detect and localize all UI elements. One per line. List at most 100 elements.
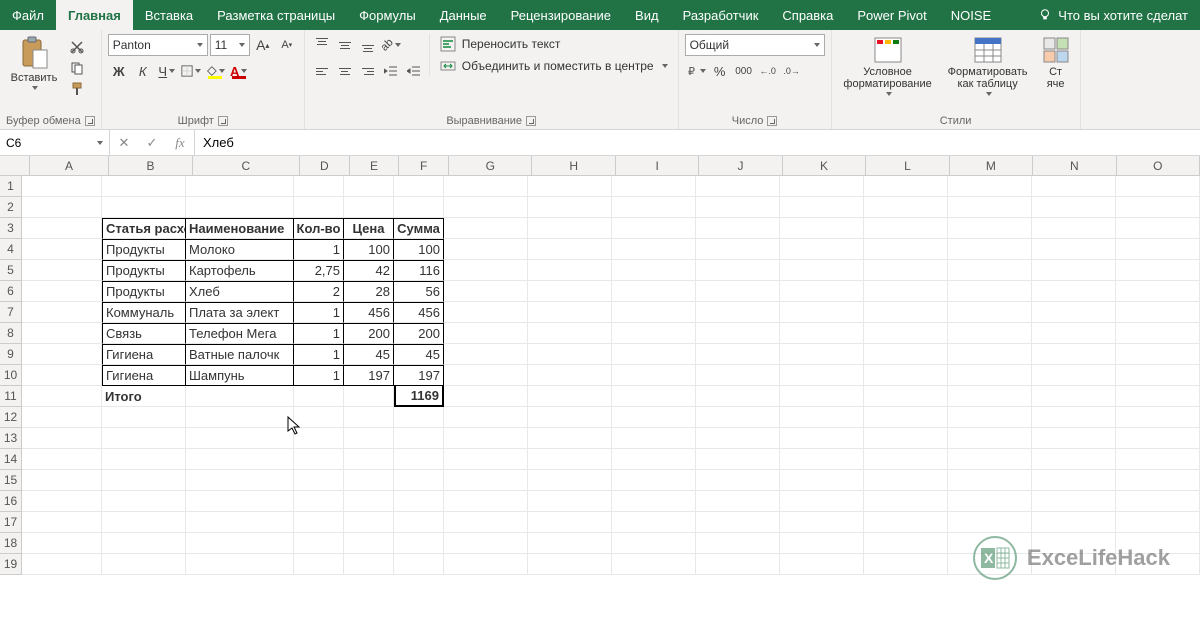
col-header[interactable]: D: [300, 156, 350, 175]
col-header[interactable]: A: [30, 156, 109, 175]
percent-button[interactable]: %: [709, 60, 731, 82]
tab-view[interactable]: Вид: [623, 0, 671, 30]
row-header[interactable]: 4: [0, 239, 21, 260]
cell[interactable]: Продукты: [102, 239, 186, 260]
tab-home[interactable]: Главная: [56, 0, 133, 30]
align-bottom-button[interactable]: [357, 34, 379, 56]
formula-input[interactable]: [195, 130, 1200, 155]
cut-button[interactable]: [66, 38, 88, 56]
accept-formula-button[interactable]: ✓: [138, 135, 166, 151]
cell[interactable]: Коммуналь: [102, 302, 186, 323]
cell[interactable]: Гигиена: [102, 344, 186, 365]
decrease-decimal-button[interactable]: .0→: [781, 60, 803, 82]
row-header[interactable]: 8: [0, 323, 21, 344]
cell[interactable]: 1: [294, 365, 344, 386]
cell[interactable]: 2: [294, 281, 344, 302]
cell[interactable]: 1: [294, 344, 344, 365]
row-header[interactable]: 9: [0, 344, 21, 365]
table-header[interactable]: Наименование: [186, 218, 294, 239]
increase-decimal-button[interactable]: ←.0: [757, 60, 779, 82]
align-top-button[interactable]: [311, 34, 333, 56]
cell[interactable]: 45: [394, 344, 444, 365]
table-header[interactable]: Цена: [344, 218, 394, 239]
increase-font-button[interactable]: A▴: [252, 34, 274, 56]
tab-noise[interactable]: NOISE: [939, 0, 1003, 30]
row-header[interactable]: 19: [0, 554, 21, 575]
row-header[interactable]: 10: [0, 365, 21, 386]
comma-button[interactable]: 000: [733, 60, 755, 82]
col-header[interactable]: K: [783, 156, 866, 175]
col-header[interactable]: G: [449, 156, 532, 175]
fill-color-button[interactable]: [204, 60, 226, 82]
row-header[interactable]: 1: [0, 176, 21, 197]
cell-styles-button[interactable]: Ст яче: [1038, 34, 1074, 92]
tell-me-search[interactable]: Что вы хотите сделат: [1026, 0, 1200, 30]
row-header[interactable]: 17: [0, 512, 21, 533]
align-middle-button[interactable]: [334, 34, 356, 56]
tab-page-layout[interactable]: Разметка страницы: [205, 0, 347, 30]
cell[interactable]: 1: [294, 239, 344, 260]
cell[interactable]: 1: [294, 323, 344, 344]
cell[interactable]: 456: [394, 302, 444, 323]
cell-total-value[interactable]: 1169: [394, 386, 444, 407]
cell[interactable]: Гигиена: [102, 365, 186, 386]
col-header[interactable]: I: [616, 156, 699, 175]
row-header[interactable]: 16: [0, 491, 21, 512]
table-header[interactable]: Статья расход: [102, 218, 186, 239]
wrap-text-button[interactable]: Переносить текст: [436, 34, 672, 54]
row-header[interactable]: 7: [0, 302, 21, 323]
cell[interactable]: 456: [344, 302, 394, 323]
col-header[interactable]: H: [532, 156, 615, 175]
orientation-button[interactable]: ab: [380, 34, 402, 56]
col-header[interactable]: J: [699, 156, 782, 175]
cell[interactable]: Продукты: [102, 260, 186, 281]
cell[interactable]: 2,75: [294, 260, 344, 281]
cell[interactable]: 197: [394, 365, 444, 386]
tab-powerpivot[interactable]: Power Pivot: [845, 0, 938, 30]
bold-button[interactable]: Ж: [108, 60, 130, 82]
cell[interactable]: Молоко: [186, 239, 294, 260]
cancel-formula-button[interactable]: ✕: [110, 135, 138, 151]
decrease-indent-button[interactable]: [380, 60, 402, 82]
col-header[interactable]: L: [866, 156, 949, 175]
cell[interactable]: Связь: [102, 323, 186, 344]
cells-area[interactable]: Статья расход Наименование Кол-во Цена С…: [22, 176, 1200, 575]
tab-help[interactable]: Справка: [770, 0, 845, 30]
cell[interactable]: 200: [394, 323, 444, 344]
align-right-button[interactable]: [357, 60, 379, 82]
tab-file[interactable]: Файл: [0, 0, 56, 30]
cell[interactable]: Картофель: [186, 260, 294, 281]
cell[interactable]: Ватные палочк: [186, 344, 294, 365]
font-size-select[interactable]: 11: [210, 34, 250, 56]
font-dialog-launcher[interactable]: [218, 116, 228, 126]
borders-button[interactable]: [180, 60, 202, 82]
italic-button[interactable]: К: [132, 60, 154, 82]
col-header[interactable]: E: [350, 156, 400, 175]
cell[interactable]: Плата за элект: [186, 302, 294, 323]
align-center-button[interactable]: [334, 60, 356, 82]
font-name-select[interactable]: Panton: [108, 34, 208, 56]
row-header[interactable]: 13: [0, 428, 21, 449]
increase-indent-button[interactable]: [403, 60, 425, 82]
tab-review[interactable]: Рецензирование: [499, 0, 623, 30]
cell[interactable]: 56: [394, 281, 444, 302]
row-header[interactable]: 6: [0, 281, 21, 302]
name-box[interactable]: [0, 130, 110, 155]
col-header[interactable]: C: [193, 156, 300, 175]
col-header[interactable]: F: [399, 156, 449, 175]
number-dialog-launcher[interactable]: [767, 116, 777, 126]
underline-button[interactable]: Ч: [156, 60, 178, 82]
cell[interactable]: 42: [344, 260, 394, 281]
col-header[interactable]: N: [1033, 156, 1116, 175]
row-header[interactable]: 2: [0, 197, 21, 218]
cell-total-label[interactable]: Итого: [102, 386, 186, 407]
decrease-font-button[interactable]: A▾: [276, 34, 298, 56]
row-header[interactable]: 3: [0, 218, 21, 239]
cell[interactable]: Хлеб: [186, 281, 294, 302]
cell[interactable]: 45: [344, 344, 394, 365]
accounting-format-button[interactable]: ₽: [685, 60, 707, 82]
conditional-formatting-button[interactable]: Условное форматирование: [838, 34, 938, 98]
cell[interactable]: 1: [294, 302, 344, 323]
alignment-dialog-launcher[interactable]: [526, 116, 536, 126]
cell[interactable]: 116: [394, 260, 444, 281]
